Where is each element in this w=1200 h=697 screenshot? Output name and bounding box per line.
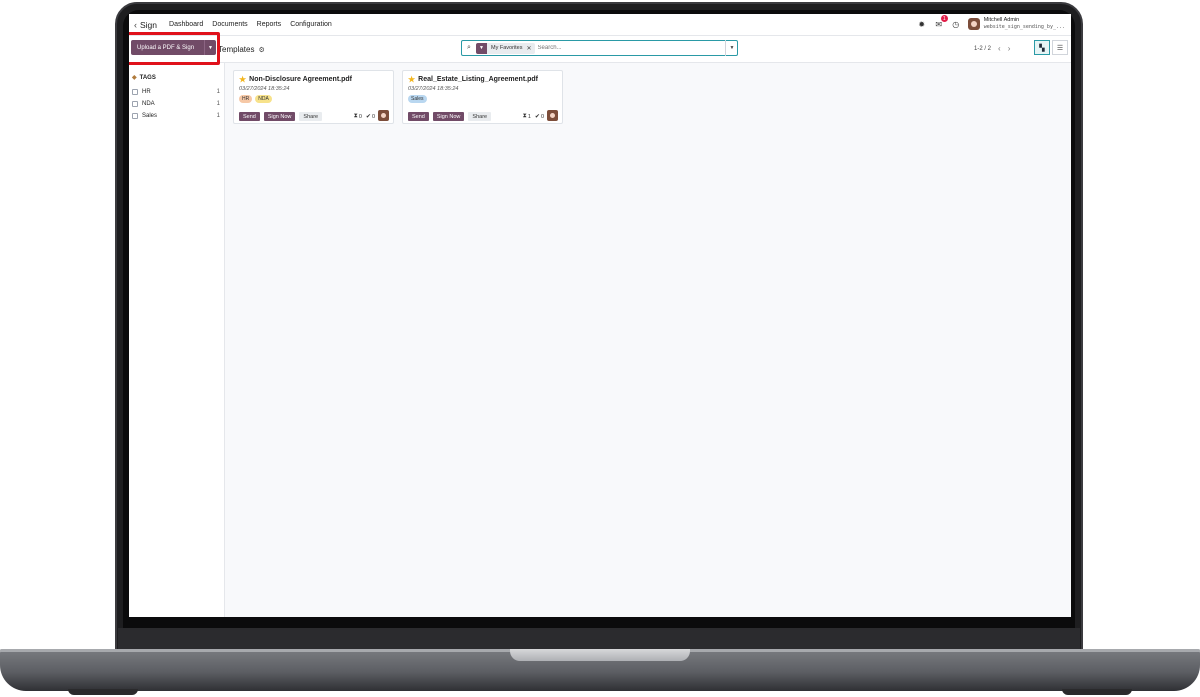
- laptop-notch: [510, 649, 690, 661]
- pending-stat[interactable]: ⧗ 1: [523, 113, 531, 120]
- tag-checkbox[interactable]: [132, 89, 138, 95]
- user-menu[interactable]: Mitchell Admin website_sign_sending_by_.…: [984, 17, 1065, 31]
- app-title[interactable]: ‹ Sign: [134, 20, 157, 30]
- tag-count: 1: [216, 89, 220, 95]
- bug-icon[interactable]: ✹: [916, 18, 928, 30]
- tag-pill: Sales: [408, 95, 427, 103]
- sidebar-item-nda[interactable]: NDA 1: [132, 101, 220, 107]
- star-icon[interactable]: ★: [408, 75, 415, 84]
- main-menu: Dashboard Documents Reports Configuratio…: [169, 21, 341, 28]
- pending-stat[interactable]: ⧗ 0: [354, 113, 362, 120]
- card-stats: ⧗ 1 ✔ 0: [519, 113, 544, 120]
- list-icon: ☰: [1056, 44, 1064, 52]
- search-bar: ⌕ ▼ My Favorites ✕: [461, 40, 738, 56]
- pager: 1-2 / 2 ‹ ›: [974, 44, 1010, 53]
- star-icon[interactable]: ★: [239, 75, 246, 84]
- share-button[interactable]: Share: [299, 112, 323, 121]
- upload-button-label: Upload a PDF & Sign: [137, 44, 195, 51]
- card-stats: ⧗ 0 ✔ 0: [350, 113, 375, 120]
- tag-pill: HR: [239, 95, 253, 103]
- chevron-left-icon: ‹: [134, 19, 137, 30]
- tag-checkbox[interactable]: [132, 113, 138, 119]
- card-tags: HR NDA: [239, 95, 275, 103]
- menu-dashboard[interactable]: Dashboard: [169, 21, 203, 28]
- menu-configuration[interactable]: Configuration: [290, 21, 332, 28]
- breadcrumb: Templates ⚙: [218, 45, 265, 54]
- tag-pill: NDA: [255, 95, 272, 103]
- avatar: [378, 110, 389, 121]
- control-panel: Upload a PDF & Sign ▼ Templates ⚙ ⌕ ▼ My…: [129, 36, 1071, 63]
- filter-icon: ▼: [476, 42, 487, 54]
- top-navbar: ‹ Sign Dashboard Documents Reports Confi…: [129, 14, 1071, 36]
- chat-icon[interactable]: ✉ 1: [933, 15, 948, 30]
- database-name: website_sign_sending_by_...: [983, 24, 1065, 30]
- laptop-mockup: ‹ Sign Dashboard Documents Reports Confi…: [0, 0, 1200, 697]
- sign-now-button[interactable]: Sign Now: [432, 112, 465, 121]
- tag-label: NDA: [142, 101, 155, 107]
- sidebar-item-sales[interactable]: Sales 1: [132, 113, 220, 119]
- chevron-left-icon[interactable]: ‹: [998, 44, 1001, 53]
- upload-pdf-sign-button[interactable]: Upload a PDF & Sign ▼: [131, 40, 216, 55]
- user-name: Mitchell Admin: [983, 17, 1020, 23]
- share-button[interactable]: Share: [468, 112, 492, 121]
- caret-down-icon: ▼: [729, 45, 735, 51]
- page-title: Templates: [218, 45, 255, 54]
- card-title: ★ Real_Estate_Listing_Agreement.pdf: [408, 75, 538, 84]
- app-name: Sign: [140, 19, 158, 30]
- card-actions: Send Sign Now Share: [239, 112, 326, 121]
- tag-count: 1: [216, 113, 220, 119]
- card-title: ★ Non-Disclosure Agreement.pdf: [239, 75, 352, 84]
- chevron-right-icon[interactable]: ›: [1008, 44, 1011, 53]
- template-card[interactable]: ★ Real_Estate_Listing_Agreement.pdf 03/2…: [402, 70, 563, 124]
- list-view-button[interactable]: ☰: [1052, 40, 1068, 55]
- card-date: 03/27/2024 18:35:24: [239, 86, 290, 92]
- tag-label: HR: [142, 89, 151, 95]
- tag-icon: ◆: [132, 75, 137, 81]
- sidebar-item-hr[interactable]: HR 1: [132, 89, 220, 95]
- notification-badge: 1: [940, 15, 948, 22]
- card-actions: Send Sign Now Share: [408, 112, 495, 121]
- tag-count: 1: [216, 101, 220, 107]
- card-tags: Sales: [408, 95, 430, 103]
- send-button[interactable]: Send: [408, 112, 429, 121]
- signed-stat[interactable]: ✔ 0: [365, 113, 375, 121]
- search-facet: ▼ My Favorites ✕: [476, 42, 535, 54]
- chevron-down-icon[interactable]: ▼: [204, 40, 216, 55]
- systray: ✹ ✉ 1 ◷ Mitchell Admin website_sign_sendi…: [911, 15, 1065, 31]
- search-icon[interactable]: ⌕: [462, 44, 476, 52]
- facet-label: My Favorites: [491, 45, 523, 51]
- check-icon: ✔: [365, 114, 371, 120]
- search-panel: ◆ TAGS HR 1 NDA 1 Sales 1: [129, 63, 225, 617]
- avatar: [547, 110, 558, 121]
- tag-checkbox[interactable]: [132, 101, 138, 107]
- clock-icon[interactable]: ◷: [950, 18, 962, 30]
- card-date: 03/27/2024 18:35:24: [408, 86, 459, 92]
- tags-heading: ◆ TAGS: [132, 74, 156, 82]
- menu-documents[interactable]: Documents: [212, 21, 247, 28]
- check-icon: ✔: [534, 114, 540, 120]
- laptop-chin: [118, 628, 1080, 650]
- search-input[interactable]: [537, 45, 737, 51]
- pager-value[interactable]: 1-2 / 2: [974, 46, 991, 52]
- kanban-icon: ▚: [1039, 44, 1045, 52]
- gear-icon[interactable]: ⚙: [258, 46, 264, 54]
- app-screen: ‹ Sign Dashboard Documents Reports Confi…: [129, 14, 1071, 617]
- signed-stat[interactable]: ✔ 0: [534, 113, 544, 121]
- avatar[interactable]: [967, 18, 980, 30]
- hourglass-icon: ⧗: [353, 113, 358, 119]
- search-options-toggle[interactable]: ▼: [725, 40, 738, 56]
- send-button[interactable]: Send: [239, 112, 260, 121]
- kanban-view-button[interactable]: ▚: [1034, 40, 1050, 55]
- template-card[interactable]: ★ Non-Disclosure Agreement.pdf 03/27/202…: [233, 70, 394, 124]
- tag-label: Sales: [142, 113, 158, 119]
- hourglass-icon: ⧗: [522, 113, 527, 119]
- menu-reports[interactable]: Reports: [257, 21, 282, 28]
- sign-now-button[interactable]: Sign Now: [263, 112, 296, 121]
- close-icon[interactable]: ✕: [526, 45, 534, 52]
